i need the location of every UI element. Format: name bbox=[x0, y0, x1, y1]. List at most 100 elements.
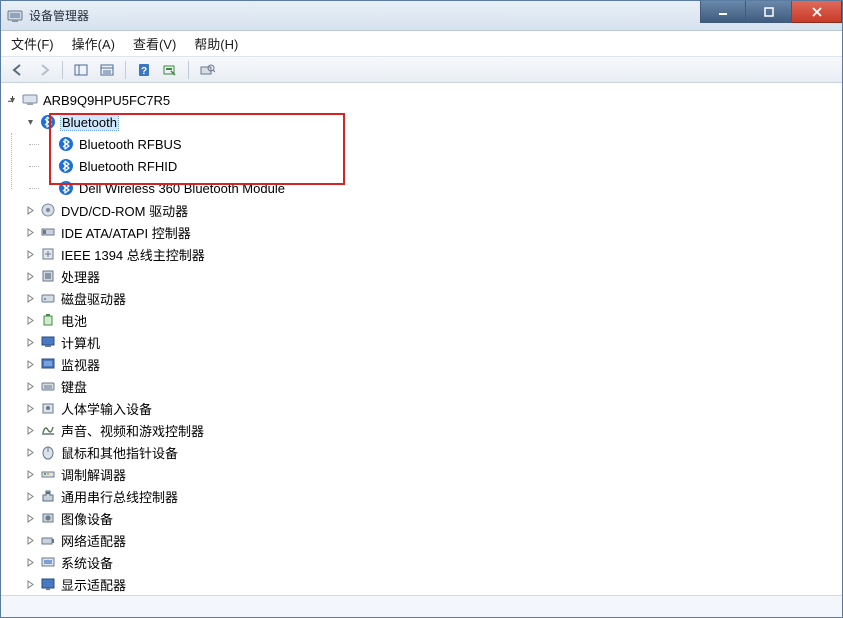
leaf-spacer bbox=[43, 161, 54, 172]
tree-category[interactable]: 监视器 bbox=[23, 353, 838, 375]
category-label[interactable]: 网络适配器 bbox=[61, 531, 126, 550]
expand-icon[interactable] bbox=[25, 535, 36, 546]
bluetooth-icon bbox=[58, 180, 74, 196]
tree-category[interactable]: DVD/CD-ROM 驱动器 bbox=[23, 199, 838, 221]
category-label[interactable]: 鼠标和其他指针设备 bbox=[61, 443, 178, 462]
category-icon bbox=[40, 488, 56, 504]
show-hide-tree-button[interactable] bbox=[70, 60, 92, 80]
category-icon bbox=[40, 290, 56, 306]
bluetooth-icon bbox=[58, 136, 74, 152]
expand-icon[interactable] bbox=[25, 579, 36, 590]
category-label[interactable]: IDE ATA/ATAPI 控制器 bbox=[61, 223, 191, 242]
category-icon bbox=[40, 202, 56, 218]
tree-category[interactable]: IEEE 1394 总线主控制器 bbox=[23, 243, 838, 265]
category-label[interactable]: 通用串行总线控制器 bbox=[61, 487, 178, 506]
expand-icon[interactable] bbox=[25, 447, 36, 458]
bluetooth-icon bbox=[40, 114, 56, 130]
bluetooth-label[interactable]: Bluetooth bbox=[61, 115, 118, 130]
expand-icon[interactable] bbox=[25, 315, 36, 326]
root-label[interactable]: ARB9Q9HPU5FC7R5 bbox=[43, 93, 170, 108]
properties-button[interactable] bbox=[96, 60, 118, 80]
toolbar-separator bbox=[125, 61, 126, 79]
category-label[interactable]: 处理器 bbox=[61, 267, 100, 286]
device-manager-window: 设备管理器 文件(F) 操作(A) 查看(V) 帮助(H) bbox=[0, 0, 843, 618]
expand-icon[interactable] bbox=[25, 337, 36, 348]
expand-icon[interactable] bbox=[25, 469, 36, 480]
device-tree[interactable]: ARB9Q9HPU5FC7R5 Bluetooth bbox=[1, 83, 842, 595]
tree-category-bluetooth[interactable]: Bluetooth Bluetooth RFBUS Bluetooth RFHID… bbox=[23, 111, 838, 199]
close-button[interactable] bbox=[792, 1, 842, 23]
expand-icon[interactable] bbox=[25, 293, 36, 304]
tree-category[interactable]: 图像设备 bbox=[23, 507, 838, 529]
scan-hardware-button[interactable] bbox=[159, 60, 181, 80]
tree-category[interactable]: 人体学输入设备 bbox=[23, 397, 838, 419]
expand-icon[interactable] bbox=[25, 249, 36, 260]
menu-view[interactable]: 查看(V) bbox=[133, 34, 176, 53]
category-label[interactable]: 声音、视频和游戏控制器 bbox=[61, 421, 204, 440]
category-icon bbox=[40, 378, 56, 394]
tree-category[interactable]: 键盘 bbox=[23, 375, 838, 397]
forward-button[interactable] bbox=[33, 60, 55, 80]
expand-icon[interactable] bbox=[25, 381, 36, 392]
device-label[interactable]: Bluetooth RFBUS bbox=[79, 137, 182, 152]
app-icon bbox=[7, 8, 23, 24]
category-icon bbox=[40, 444, 56, 460]
window-buttons bbox=[700, 1, 842, 23]
category-icon bbox=[40, 576, 56, 592]
tree-category[interactable]: 显示适配器 bbox=[23, 573, 838, 595]
tree-item-bluetooth-device[interactable]: Bluetooth RFBUS bbox=[41, 133, 838, 155]
expand-icon[interactable] bbox=[25, 491, 36, 502]
tree-category[interactable]: 声音、视频和游戏控制器 bbox=[23, 419, 838, 441]
maximize-button[interactable] bbox=[746, 1, 792, 23]
category-icon bbox=[40, 224, 56, 240]
tree-category[interactable]: 鼠标和其他指针设备 bbox=[23, 441, 838, 463]
category-icon bbox=[40, 268, 56, 284]
minimize-button[interactable] bbox=[700, 1, 746, 23]
tree-category[interactable]: 系统设备 bbox=[23, 551, 838, 573]
category-icon bbox=[40, 554, 56, 570]
tree-category[interactable]: 磁盘驱动器 bbox=[23, 287, 838, 309]
tree-category[interactable]: IDE ATA/ATAPI 控制器 bbox=[23, 221, 838, 243]
expand-icon[interactable] bbox=[25, 227, 36, 238]
menu-help[interactable]: 帮助(H) bbox=[194, 34, 238, 53]
tree-root[interactable]: ARB9Q9HPU5FC7R5 Bluetooth bbox=[5, 89, 838, 595]
expand-icon[interactable] bbox=[25, 271, 36, 282]
menu-action[interactable]: 操作(A) bbox=[72, 34, 115, 53]
category-icon bbox=[40, 400, 56, 416]
expand-icon[interactable] bbox=[25, 205, 36, 216]
tree-category[interactable]: 通用串行总线控制器 bbox=[23, 485, 838, 507]
expand-icon[interactable] bbox=[25, 403, 36, 414]
collapse-icon[interactable] bbox=[25, 117, 36, 128]
help-button[interactable]: ? bbox=[133, 60, 155, 80]
tree-item-bluetooth-device[interactable]: Bluetooth RFHID bbox=[41, 155, 838, 177]
category-label[interactable]: DVD/CD-ROM 驱动器 bbox=[61, 201, 188, 220]
tree-category[interactable]: 网络适配器 bbox=[23, 529, 838, 551]
tree-category[interactable]: 电池 bbox=[23, 309, 838, 331]
back-button[interactable] bbox=[7, 60, 29, 80]
device-label[interactable]: Dell Wireless 360 Bluetooth Module bbox=[79, 181, 285, 196]
tree-category[interactable]: 处理器 bbox=[23, 265, 838, 287]
category-label[interactable]: 电池 bbox=[61, 311, 87, 330]
category-label[interactable]: 图像设备 bbox=[61, 509, 113, 528]
collapse-icon[interactable] bbox=[7, 95, 18, 106]
update-driver-button[interactable] bbox=[196, 60, 218, 80]
category-label[interactable]: 计算机 bbox=[61, 333, 100, 352]
tree-category[interactable]: 调制解调器 bbox=[23, 463, 838, 485]
category-label[interactable]: 监视器 bbox=[61, 355, 100, 374]
expand-icon[interactable] bbox=[25, 425, 36, 436]
device-label[interactable]: Bluetooth RFHID bbox=[79, 159, 177, 174]
expand-icon[interactable] bbox=[25, 557, 36, 568]
tree-category[interactable]: 计算机 bbox=[23, 331, 838, 353]
category-label[interactable]: IEEE 1394 总线主控制器 bbox=[61, 245, 205, 264]
expand-icon[interactable] bbox=[25, 359, 36, 370]
tree-item-bluetooth-device[interactable]: Dell Wireless 360 Bluetooth Module bbox=[41, 177, 838, 199]
category-label[interactable]: 调制解调器 bbox=[61, 465, 126, 484]
category-label[interactable]: 系统设备 bbox=[61, 553, 113, 572]
category-label[interactable]: 显示适配器 bbox=[61, 575, 126, 594]
category-label[interactable]: 磁盘驱动器 bbox=[61, 289, 126, 308]
menu-file[interactable]: 文件(F) bbox=[11, 34, 54, 53]
category-label[interactable]: 人体学输入设备 bbox=[61, 399, 152, 418]
category-icon bbox=[40, 356, 56, 372]
expand-icon[interactable] bbox=[25, 513, 36, 524]
category-label[interactable]: 键盘 bbox=[61, 377, 87, 396]
